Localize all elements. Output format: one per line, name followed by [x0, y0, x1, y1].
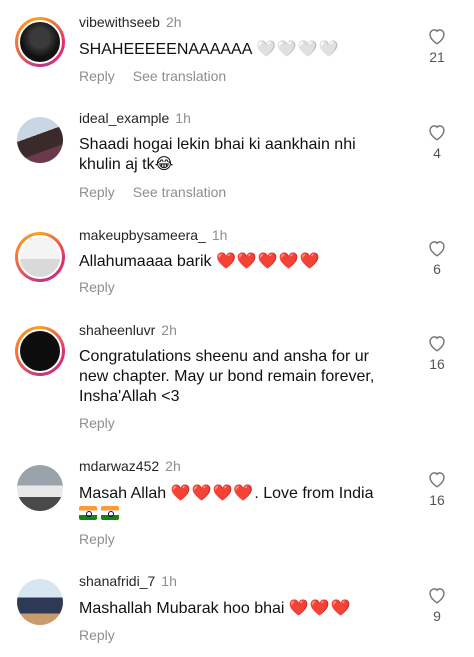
comment-text: Congratulations sheenu and ansha for ur …	[79, 348, 375, 405]
comment-actions: Reply	[79, 530, 133, 548]
reply-button[interactable]: Reply	[79, 279, 115, 295]
timestamp: 1h	[161, 573, 177, 589]
timestamp: 1h	[211, 227, 228, 243]
see-translation-button[interactable]: See translation	[133, 68, 226, 84]
like-button[interactable]: 4	[422, 123, 452, 161]
like-count: 9	[433, 608, 441, 624]
emoji: ❤️❤️❤️	[288, 598, 352, 617]
heart-outline-icon	[429, 588, 445, 604]
username[interactable]: makeupbysameera_	[79, 227, 206, 243]
comment-actions: Reply See translation	[79, 67, 244, 85]
emoji: ❤️❤️❤️❤️❤️	[215, 251, 321, 270]
heart-outline-icon	[429, 241, 445, 257]
comment-actions: Reply	[79, 278, 133, 296]
avatar[interactable]	[15, 115, 65, 165]
reply-button[interactable]: Reply	[79, 68, 115, 84]
avatar[interactable]	[15, 577, 65, 627]
like-button[interactable]: 9	[422, 586, 452, 624]
reply-button[interactable]: Reply	[79, 184, 115, 200]
like-button[interactable]: 16	[422, 470, 452, 508]
like-count: 16	[429, 492, 445, 508]
like-button[interactable]: 16	[422, 334, 452, 372]
username[interactable]: shanafridi_7	[79, 573, 155, 589]
avatar[interactable]	[15, 232, 65, 282]
comment-text: Allahumaaaa barik ❤️❤️❤️❤️❤️	[79, 251, 321, 270]
timestamp: 2h	[165, 14, 182, 30]
comment-text: Mashallah Mubarak hoo bhai ❤️❤️❤️	[79, 598, 352, 617]
india-flag-icon	[101, 506, 119, 520]
emoji: 🤍🤍🤍🤍	[255, 39, 340, 58]
comment-actions: Reply	[79, 626, 133, 644]
india-flag-icon	[79, 506, 97, 520]
timestamp: 1h	[175, 110, 191, 126]
like-count: 6	[433, 261, 441, 277]
like-count: 4	[433, 145, 441, 161]
like-count: 21	[429, 49, 445, 65]
avatar[interactable]	[15, 463, 65, 513]
comment-text: Masah Allah ❤️❤️❤️❤️. Love from India 🇮🇳…	[79, 483, 399, 524]
avatar[interactable]	[15, 326, 65, 376]
heart-outline-icon	[429, 472, 445, 488]
username[interactable]: mdarwaz452	[79, 458, 159, 474]
avatar[interactable]	[15, 17, 65, 67]
heart-outline-icon	[429, 29, 445, 45]
comment-meta: mdarwaz452 2h	[79, 457, 181, 475]
like-button[interactable]: 21	[422, 27, 452, 65]
comment-meta: shaheenluvr 2h	[79, 321, 177, 339]
see-translation-button[interactable]: See translation	[133, 184, 226, 200]
comment-text: Shaadi hogai lekin bhai ki aankhain nhi …	[79, 136, 356, 173]
timestamp: 2h	[165, 458, 181, 474]
reply-button[interactable]: Reply	[79, 627, 115, 643]
username[interactable]: vibewithseeb	[79, 14, 160, 30]
comment-actions: Reply	[79, 414, 133, 432]
comment-text: SHAHEEEEENAAAAAA 🤍🤍🤍🤍	[79, 39, 340, 58]
username[interactable]: shaheenluvr	[79, 322, 155, 338]
reply-button[interactable]: Reply	[79, 531, 115, 547]
like-count: 16	[429, 356, 445, 372]
like-button[interactable]: 6	[422, 239, 452, 277]
reply-button[interactable]: Reply	[79, 415, 115, 431]
comment-actions: Reply See translation	[79, 183, 244, 201]
comment-meta: shanafridi_7 1h	[79, 572, 177, 590]
timestamp: 2h	[161, 322, 177, 338]
comment-meta: makeupbysameera_ 1h	[79, 226, 227, 244]
heart-outline-icon	[429, 336, 445, 352]
comment-meta: vibewithseeb 2h	[79, 13, 182, 31]
comment-meta: ideal_example 1h	[79, 109, 191, 127]
emoji: ❤️❤️❤️❤️	[170, 483, 255, 502]
username[interactable]: ideal_example	[79, 110, 169, 126]
heart-outline-icon	[429, 125, 445, 141]
